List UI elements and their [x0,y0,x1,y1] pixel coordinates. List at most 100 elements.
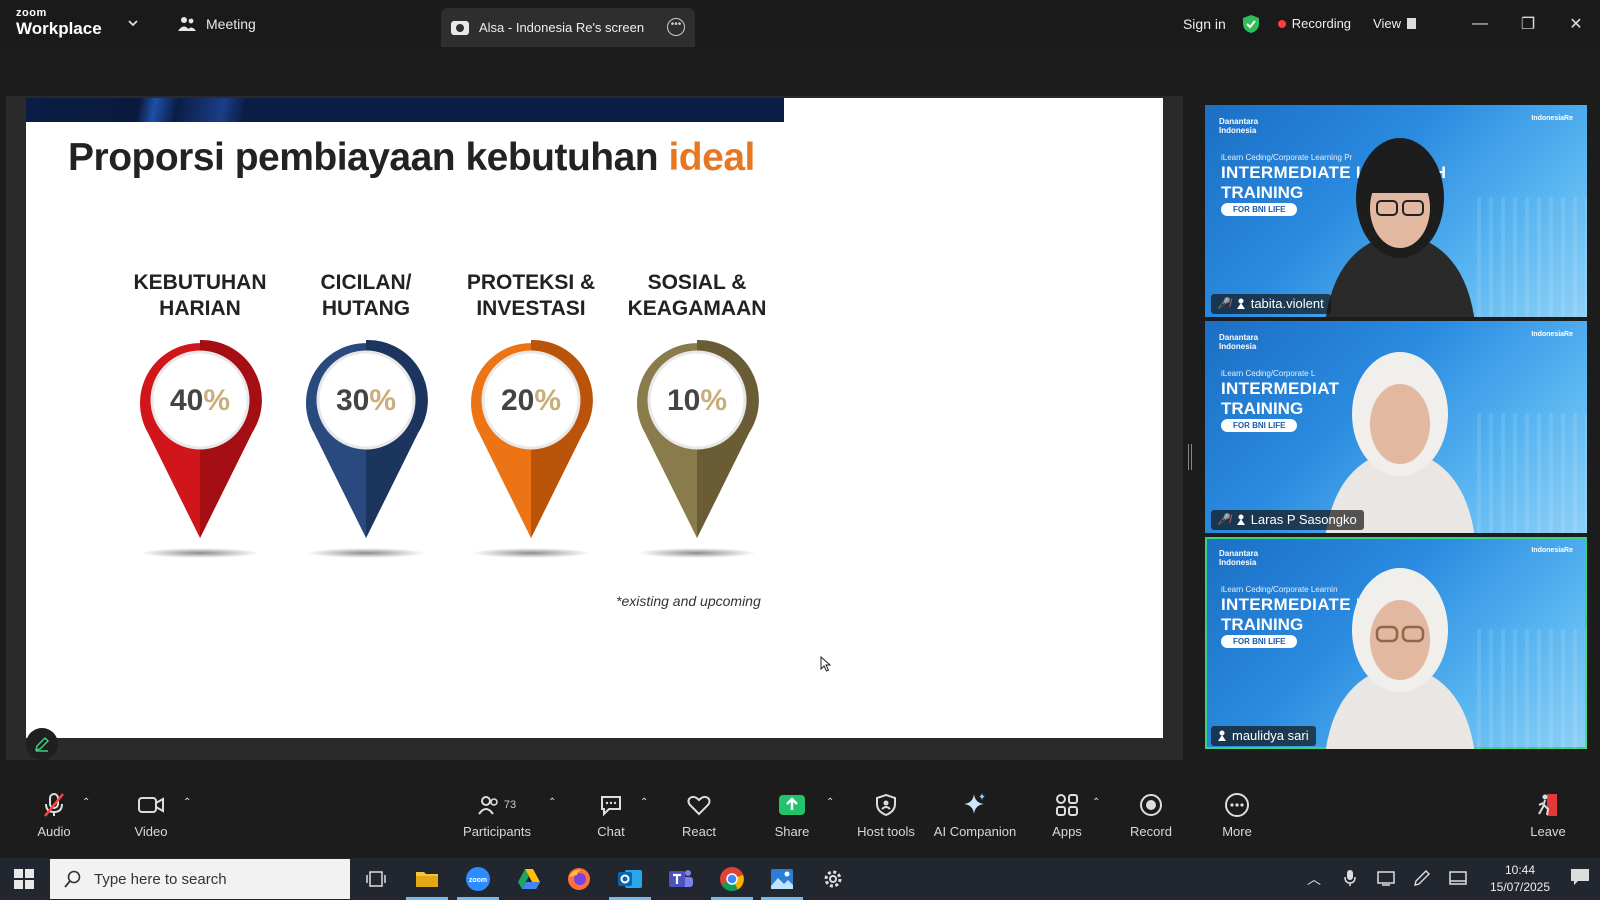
background-bars [1477,197,1587,317]
view-label: View [1373,16,1401,31]
file-explorer-icon[interactable] [406,863,448,900]
view-button[interactable]: View [1373,16,1416,31]
microphone-tray-icon[interactable] [1332,869,1368,890]
teams-icon[interactable] [665,863,697,895]
windows-start-icon[interactable] [14,869,34,889]
chat-label: Chat [597,824,625,839]
audio-options-chevron-icon[interactable]: ⌃ [82,797,90,808]
tray-overflow-chevron-icon[interactable]: ︿ [1296,869,1332,889]
share-button[interactable]: Share [757,790,827,850]
sparkle-icon [964,793,985,814]
more-button[interactable]: More [1202,790,1272,850]
photos-icon[interactable] [761,863,803,900]
tile-pill: FOR BNI LIFE [1221,419,1298,432]
recording-indicator[interactable]: Recording [1277,16,1352,31]
tab-shared-screen-label: Alsa - Indonesia Re's screen [479,20,645,35]
participant-video-tile[interactable]: Danantara Indonesia IndonesiaRe iLearn C… [1205,105,1587,317]
panel-resize-handle[interactable] [1188,444,1192,470]
slide-header-band [26,98,784,122]
taskbar-clock[interactable]: 10:44 15/07/2025 [1480,862,1560,896]
pin-participant-icon [1218,730,1226,741]
zoom-app-icon[interactable]: zoom [457,863,499,900]
participant-video-person [1325,138,1475,317]
task-view-icon[interactable] [360,863,392,895]
firefox-icon[interactable] [563,863,595,895]
tile-brand-secondary: IndonesiaRe [1531,115,1573,122]
view-layout-icon [1407,18,1416,29]
pencil-icon [34,736,50,752]
shared-screen-stage: Proporsi pembiayaan kebutuhan ideal KEBU… [6,96,1183,760]
pin-value: 20 [500,384,535,417]
google-drive-icon[interactable] [513,863,545,895]
settings-gear-icon[interactable] [817,863,849,895]
pin-label: PROTEKSI & INVESTASI [466,271,596,320]
participant-video-tile[interactable]: Danantara Indonesia IndonesiaRe iLearn C… [1205,537,1587,749]
location-pin-icon: 40% [138,338,262,538]
tile-heading-line2: TRAINING [1221,399,1304,418]
chrome-icon[interactable] [711,863,753,900]
logo-big-text: Workplace [16,19,102,38]
encryption-shield-icon[interactable] [1242,14,1260,34]
search-icon [64,870,81,888]
pin-item: CICILAN/ HUTANG 30% [286,270,446,558]
annotate-button[interactable] [26,728,58,760]
tile-brand: Danantara Indonesia [1219,333,1259,351]
location-pin-icon: 20% [469,338,593,538]
host-tools-button[interactable]: Host tools [846,790,926,850]
participants-button[interactable]: 73 Participants [462,790,532,850]
clock-time: 10:44 [1504,863,1536,877]
participant-name-tag: maulidya sari [1211,726,1316,746]
zoom-workplace-logo[interactable]: zoom Workplace [16,7,102,38]
video-button[interactable]: Video [116,790,186,850]
background-bars [1477,413,1587,533]
pen-tray-icon[interactable] [1404,869,1440,890]
heart-icon [687,795,711,816]
chevron-down-icon[interactable] [126,16,140,30]
pin-participant-icon [1236,514,1245,525]
ai-companion-button[interactable]: AI Companion [930,790,1020,850]
chat-icon [601,796,621,816]
location-pin-icon: 10% [635,338,759,538]
participant-video-tile[interactable]: Danantara Indonesia IndonesiaRe iLearn C… [1205,321,1587,533]
people-icon [178,17,196,31]
pin-item: KEBUTUHAN HARIAN 40% [120,270,280,558]
record-button[interactable]: Record [1116,790,1186,850]
minimize-button[interactable]: — [1456,0,1504,47]
chat-button[interactable]: Chat [576,790,646,850]
pin-percentage: 20% [469,384,593,418]
tab-meeting-label: Meeting [206,16,256,32]
display-tray-icon[interactable] [1368,870,1404,889]
logo-small-text: zoom [16,7,47,19]
participant-name: maulidya sari [1232,728,1309,743]
participants-options-chevron-icon[interactable]: ⌃ [548,797,556,808]
apps-icon [1056,794,1078,816]
sign-in-button[interactable]: Sign in [1183,16,1226,32]
more-label: More [1222,824,1252,839]
tablet-mode-tray-icon[interactable] [1440,870,1476,889]
more-options-icon[interactable]: ••• [667,18,685,36]
host-tools-label: Host tools [857,824,915,839]
share-options-chevron-icon[interactable]: ⌃ [826,797,834,808]
more-icon [1225,793,1249,817]
apps-options-chevron-icon[interactable]: ⌃ [1092,797,1100,808]
recording-label: Recording [1291,16,1352,31]
outlook-icon[interactable] [609,863,651,900]
chat-options-chevron-icon[interactable]: ⌃ [640,797,648,808]
notifications-icon[interactable] [1560,868,1600,891]
participants-label: Participants [463,824,531,839]
tab-meeting[interactable]: Meeting [178,13,256,35]
react-button[interactable]: React [664,790,734,850]
restore-button[interactable]: ❐ [1504,0,1552,47]
participant-video-person [1325,568,1475,749]
mic-muted-icon: 🎤̸ [1217,514,1231,526]
video-options-chevron-icon[interactable]: ⌃ [183,797,191,808]
taskbar-search[interactable]: Type here to search [50,859,350,899]
title-bar: zoom Workplace Meeting Alsa - Indonesia … [0,0,1600,47]
audio-button[interactable]: Audio [19,790,89,850]
leave-button[interactable]: Leave [1516,790,1580,850]
tab-shared-screen[interactable]: Alsa - Indonesia Re's screen ••• [441,8,695,47]
pin-shadow [471,548,591,558]
mic-muted-icon: 🎤̸ [1217,298,1231,310]
close-button[interactable]: ✕ [1552,0,1600,47]
microphone-muted-icon [44,793,64,817]
